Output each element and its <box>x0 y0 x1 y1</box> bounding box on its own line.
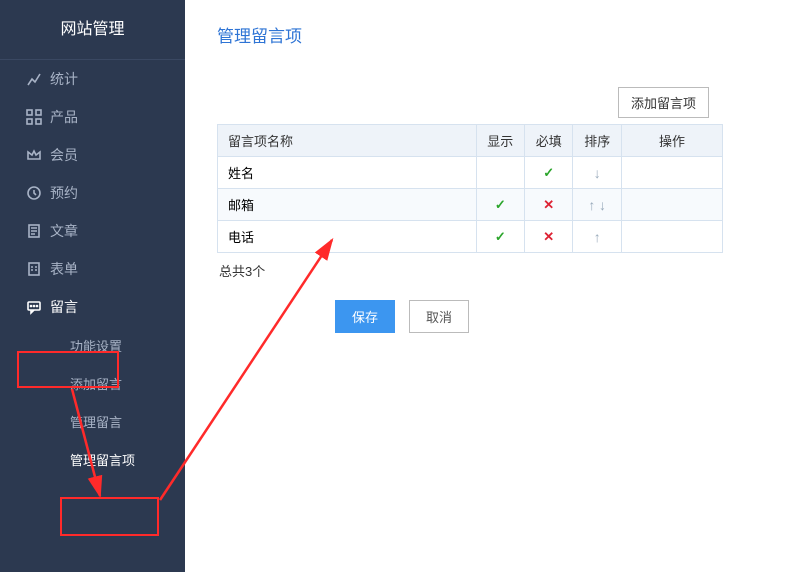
cell-sort: ↓ <box>573 157 621 189</box>
th-show: 显示 <box>476 125 524 157</box>
cell-sort: ↑ <box>573 221 621 253</box>
cell-show: ✓ <box>476 189 524 221</box>
th-req: 必填 <box>525 125 573 157</box>
form-icon <box>26 261 50 277</box>
sidebar-subitem-settings[interactable]: 功能设置 <box>0 326 185 364</box>
sidebar-subitem-manage-messages[interactable]: 管理留言 <box>0 402 185 440</box>
action-buttons: 保存 取消 <box>335 300 773 333</box>
cell-req: ✕ <box>525 189 573 221</box>
cell-req: ✕ <box>525 221 573 253</box>
table-row: 电话 ✓ ✕ ↑ <box>218 221 723 253</box>
cell-name: 邮箱 <box>218 189 477 221</box>
arrow-up-icon[interactable]: ↑ <box>588 197 595 213</box>
sidebar-item-label: 表单 <box>50 259 78 279</box>
cell-sort: ↑ ↓ <box>573 189 621 221</box>
page-title: 管理留言项 <box>217 22 773 47</box>
sidebar-item-label: 预约 <box>50 183 78 203</box>
th-sort: 排序 <box>573 125 621 157</box>
sidebar-subitem-manage-items[interactable]: 管理留言项 <box>0 440 185 478</box>
arrow-down-icon[interactable]: ↓ <box>599 197 606 213</box>
cell-show: ✓ <box>476 221 524 253</box>
summary-text: 总共3个 <box>219 261 773 280</box>
sidebar-item-members[interactable]: 会员 <box>0 136 185 174</box>
th-name: 留言项名称 <box>218 125 477 157</box>
sidebar-item-label: 文章 <box>50 221 78 241</box>
sidebar-item-articles[interactable]: 文章 <box>0 212 185 250</box>
sidebar-item-label: 产品 <box>50 107 78 127</box>
main-content: 管理留言项 添加留言项 留言项名称 显示 必填 排序 操作 姓名 ✓ ↓ 邮箱 <box>185 0 793 572</box>
cross-icon: ✕ <box>543 229 554 244</box>
sidebar-subitem-add-message[interactable]: 添加留言 <box>0 364 185 402</box>
sidebar-subitem-label: 管理留言项 <box>70 450 135 469</box>
sidebar: 网站管理 统计 产品 会员 预约 文章 表单 <box>0 0 185 572</box>
sidebar-title: 网站管理 <box>0 0 185 60</box>
sidebar-item-label: 会员 <box>50 145 78 165</box>
cell-op[interactable] <box>621 189 722 221</box>
toolbar-add: 添加留言项 <box>217 87 709 118</box>
chart-icon <box>26 71 50 87</box>
sidebar-subitem-label: 管理留言 <box>70 412 122 431</box>
cross-icon: ✕ <box>543 197 554 212</box>
sidebar-subitem-label: 功能设置 <box>70 336 122 355</box>
cancel-button[interactable]: 取消 <box>409 300 469 333</box>
check-icon: ✓ <box>495 197 506 212</box>
table-row: 邮箱 ✓ ✕ ↑ ↓ <box>218 189 723 221</box>
sidebar-subitem-label: 添加留言 <box>70 374 122 393</box>
cell-req: ✓ <box>525 157 573 189</box>
cell-show <box>476 157 524 189</box>
sidebar-item-stats[interactable]: 统计 <box>0 60 185 98</box>
sidebar-item-forms[interactable]: 表单 <box>0 250 185 288</box>
clock-icon <box>26 185 50 201</box>
check-icon: ✓ <box>495 229 506 244</box>
save-button[interactable]: 保存 <box>335 300 395 333</box>
sidebar-item-products[interactable]: 产品 <box>0 98 185 136</box>
sidebar-item-messages[interactable]: 留言 <box>0 288 185 326</box>
sidebar-item-label: 留言 <box>50 297 78 317</box>
crown-icon <box>26 147 50 163</box>
doc-icon <box>26 223 50 239</box>
sidebar-item-appointment[interactable]: 预约 <box>0 174 185 212</box>
items-table: 留言项名称 显示 必填 排序 操作 姓名 ✓ ↓ 邮箱 ✓ ✕ ↑ ↓ <box>217 124 723 253</box>
grid-icon <box>26 109 50 125</box>
arrow-up-icon[interactable]: ↑ <box>594 229 601 245</box>
cell-name: 姓名 <box>218 157 477 189</box>
cell-op[interactable] <box>621 157 722 189</box>
sidebar-item-label: 统计 <box>50 69 78 89</box>
check-icon: ✓ <box>543 165 554 180</box>
th-op: 操作 <box>621 125 722 157</box>
cell-op[interactable] <box>621 221 722 253</box>
cell-name: 电话 <box>218 221 477 253</box>
table-row: 姓名 ✓ ↓ <box>218 157 723 189</box>
message-icon <box>26 299 50 315</box>
arrow-down-icon[interactable]: ↓ <box>594 165 601 181</box>
add-item-button[interactable]: 添加留言项 <box>618 87 709 118</box>
